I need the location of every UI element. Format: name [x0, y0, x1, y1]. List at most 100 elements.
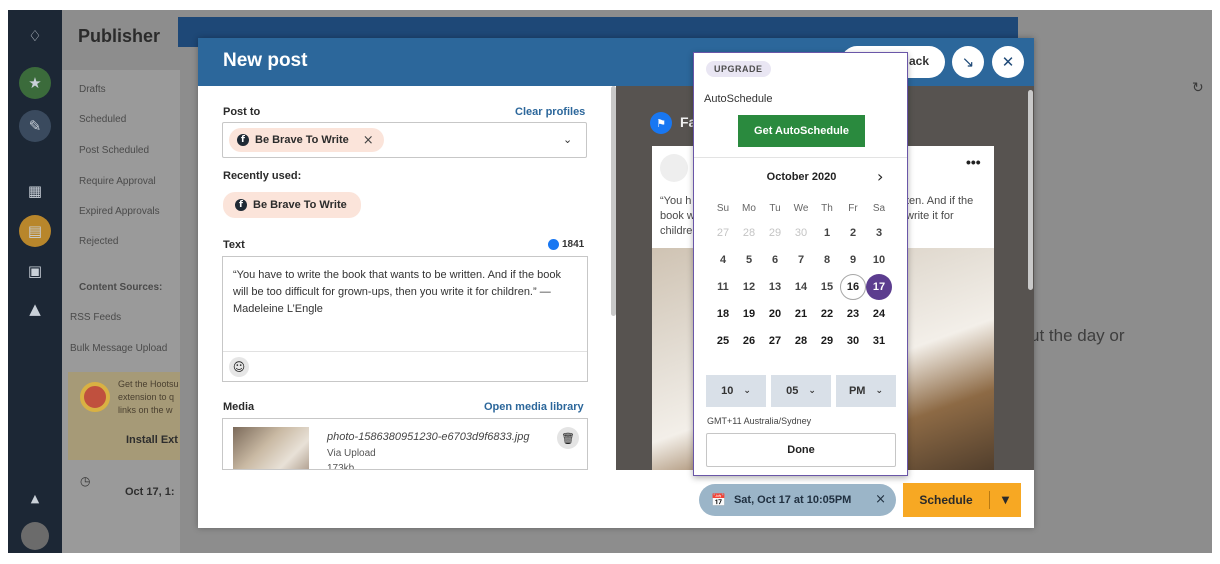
- post-text[interactable]: “You have to write the book that wants t…: [233, 267, 573, 318]
- calendar-day[interactable]: 21: [788, 301, 814, 327]
- calendar-day[interactable]: 5: [736, 247, 762, 273]
- app-title: Publisher: [78, 26, 161, 46]
- calendar-day[interactable]: 16: [840, 274, 866, 300]
- hour-select[interactable]: 10 ⌄: [706, 375, 766, 407]
- calendar-day[interactable]: 10: [866, 247, 892, 273]
- preview-scrollbar[interactable]: [1028, 90, 1033, 290]
- analytics-icon[interactable]: ▲: [19, 293, 51, 325]
- sidebar-item-rejected[interactable]: Rejected: [79, 236, 118, 247]
- calendar-day[interactable]: 8: [814, 247, 840, 273]
- calendar-day[interactable]: 23: [840, 301, 866, 327]
- screen: ♢ ★ ✎ ▦ ▤ ▣ ▲ ▲ Publisher Drafts Schedul…: [8, 10, 1212, 553]
- avatar[interactable]: [21, 522, 49, 550]
- emoji-icon[interactable]: ☺: [229, 357, 249, 377]
- sidebar-item-post-scheduled[interactable]: Post Scheduled: [79, 145, 149, 156]
- calendar-day[interactable]: 9: [840, 247, 866, 273]
- install-extension-button[interactable]: Install Ext: [126, 434, 178, 446]
- char-count: 1841: [548, 239, 584, 250]
- chevron-down-icon: ⌄: [743, 386, 751, 396]
- sidebar-item-rss-feeds[interactable]: RSS Feeds: [70, 312, 121, 323]
- next-month-icon[interactable]: ›: [877, 167, 883, 186]
- dashboard-icon[interactable]: ▦: [19, 175, 51, 207]
- refresh-icon[interactable]: ↻: [1192, 80, 1204, 96]
- text-area-footer: ☺: [223, 351, 587, 381]
- facebook-icon: f: [235, 199, 247, 211]
- modal-title: New post: [223, 50, 308, 71]
- calendar-day-outside-month: 28: [742, 227, 756, 239]
- calendar-day[interactable]: 2: [840, 220, 866, 246]
- calendar-day[interactable]: 11: [710, 274, 736, 300]
- timezone-label: GMT+11 Australia/Sydney: [707, 416, 812, 426]
- calendar-day[interactable]: 13: [762, 274, 788, 300]
- owl-logo-icon[interactable]: ♢: [19, 20, 51, 52]
- clipboard-icon[interactable]: ▣: [19, 255, 51, 287]
- extension-promo: Get the Hootsu extension to q links on t…: [68, 372, 180, 460]
- preview-text-right: ten. And if the write it for: [906, 195, 974, 222]
- compose-icon[interactable]: ✎: [19, 110, 51, 142]
- calendar-day[interactable]: 12: [736, 274, 762, 300]
- done-button[interactable]: Done: [706, 433, 896, 467]
- calendar-day[interactable]: 18: [710, 301, 736, 327]
- more-options-icon[interactable]: •••: [966, 154, 981, 170]
- clear-profiles-link[interactable]: Clear profiles: [515, 106, 585, 118]
- calendar-day[interactable]: 4: [710, 247, 736, 273]
- profile-selector[interactable]: f Be Brave To Write × ⌄: [222, 122, 587, 158]
- selected-profile-chip[interactable]: f Be Brave To Write ×: [229, 128, 384, 152]
- calendar-day[interactable]: 22: [814, 301, 840, 327]
- calendar-day[interactable]: 30: [840, 328, 866, 354]
- scheduled-date-pill[interactable]: 📅 Sat, Oct 17 at 10:05PM ×: [699, 484, 896, 516]
- minimize-icon[interactable]: ↘: [952, 46, 984, 78]
- weekday-label: Sa: [872, 203, 886, 214]
- calendar-day[interactable]: 19: [736, 301, 762, 327]
- calendar-day[interactable]: 20: [762, 301, 788, 327]
- facebook-page-icon: ⚑: [650, 112, 672, 134]
- remove-profile-icon[interactable]: ×: [363, 133, 374, 148]
- clear-date-icon[interactable]: ×: [875, 492, 886, 507]
- sidebar-item-require-approval[interactable]: Require Approval: [79, 176, 156, 187]
- calendar-day[interactable]: 14: [788, 274, 814, 300]
- preview-avatar: [660, 154, 688, 182]
- calendar-day[interactable]: 24: [866, 301, 892, 327]
- calendar-day[interactable]: 6: [762, 247, 788, 273]
- calendar-day[interactable]: 28: [788, 328, 814, 354]
- trash-icon[interactable]: 🗑: [557, 427, 579, 449]
- trophy-icon[interactable]: ★: [19, 67, 51, 99]
- popover-divider: [694, 157, 907, 158]
- calendar-day[interactable]: 1: [814, 220, 840, 246]
- calendar-day[interactable]: 29: [814, 328, 840, 354]
- calendar-day[interactable]: 27: [762, 328, 788, 354]
- weekday-label: We: [793, 203, 809, 214]
- meridiem-select[interactable]: PM ⌄: [836, 375, 896, 407]
- upgrade-badge[interactable]: UPGRADE: [706, 61, 771, 77]
- calendar-icon: 📅: [711, 493, 726, 507]
- get-autoschedule-button[interactable]: Get AutoSchedule: [738, 115, 865, 147]
- calendar-day[interactable]: 25: [710, 328, 736, 354]
- extension-text: Get the Hootsu extension to q links on t…: [118, 379, 179, 415]
- calendar-day-selected[interactable]: 17: [866, 274, 892, 300]
- post-text-area[interactable]: “You have to write the book that wants t…: [222, 256, 588, 382]
- calendar-day[interactable]: 7: [788, 247, 814, 273]
- open-media-library-link[interactable]: Open media library: [484, 401, 584, 413]
- chevron-down-icon: ⌄: [875, 386, 884, 396]
- close-icon[interactable]: ✕: [992, 46, 1024, 78]
- media-thumbnail[interactable]: [233, 427, 309, 469]
- recently-used-label: Recently used:: [223, 170, 302, 182]
- chevron-down-icon[interactable]: ▼: [990, 495, 1021, 506]
- calendar-day[interactable]: 15: [814, 274, 840, 300]
- expand-up-icon[interactable]: ▲: [19, 482, 51, 514]
- schedule-button[interactable]: Schedule ▼: [903, 483, 1021, 517]
- sidebar-item-bulk-upload[interactable]: Bulk Message Upload: [70, 343, 167, 354]
- chevron-down-icon[interactable]: ⌄: [563, 133, 572, 146]
- sidebar-item-drafts[interactable]: Drafts: [79, 84, 106, 95]
- sidebar-item-scheduled[interactable]: Scheduled: [79, 114, 126, 125]
- calendar-day[interactable]: 3: [866, 220, 892, 246]
- autoschedule-label: AutoSchedule: [704, 93, 773, 105]
- text-label: Text: [223, 239, 245, 251]
- minute-select[interactable]: 05 ⌄: [771, 375, 831, 407]
- calendar-icon[interactable]: ▤: [19, 215, 51, 247]
- preview-text-left: “You h book w childre: [660, 195, 695, 237]
- sidebar-item-expired-approvals[interactable]: Expired Approvals: [79, 206, 160, 217]
- calendar-day[interactable]: 31: [866, 328, 892, 354]
- recent-profile-chip[interactable]: f Be Brave To Write: [223, 192, 361, 218]
- calendar-day[interactable]: 26: [736, 328, 762, 354]
